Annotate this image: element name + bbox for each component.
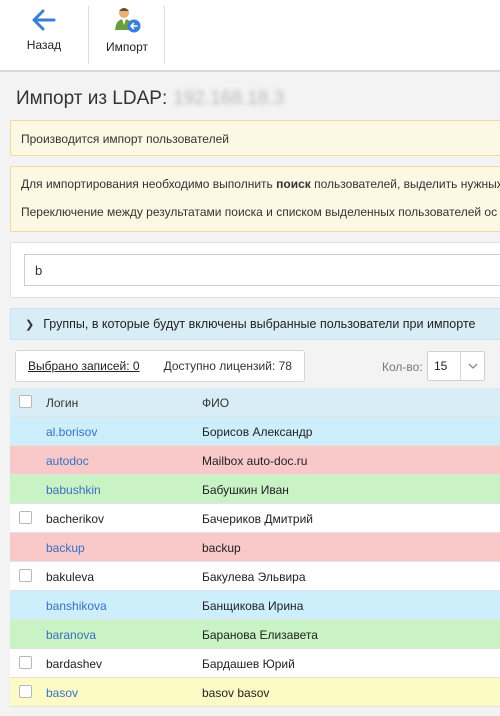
groups-panel-label: Группы, в которые будут включены выбранн… [43,317,476,331]
status-alert-text: Производится импорт пользователей [21,132,229,146]
page-title-text: Импорт из LDAP: [16,88,168,109]
table-row[interactable]: al.borisov Борисов Александр [10,417,500,446]
page-size-value: 15 [434,359,448,373]
search-input[interactable] [24,254,500,286]
info-alert-line2: Переключение между результатами поиска и… [21,205,498,219]
row-checkbox[interactable] [19,569,32,582]
row-login: babushkin [46,483,101,497]
main-content: Импорт из LDAP: 192.168.18.3 Производится… [0,72,500,716]
user-import-icon [115,8,141,33]
column-header-fio: ФИО [202,396,230,410]
row-fio: basov basov [202,686,270,700]
row-fio: Бабушкин Иван [202,483,289,497]
row-fio: Бардашев Юрий [202,657,295,671]
status-alert: Производится импорт пользователей [10,120,500,156]
row-fio: Борисов Александр [202,425,313,439]
page-size-label: Кол-во: [382,360,423,374]
table-row[interactable]: backup backup [10,533,500,562]
search-panel [10,242,500,298]
row-fio: Банщикова Ирина [202,599,304,613]
selection-info: Выбрано записей: 0 Доступно лицензий: 78 [15,350,305,382]
row-checkbox[interactable] [19,656,32,669]
row-fio: Бачериков Дмитрий [202,512,314,526]
info-alert: Для импортирования необходимо выполнить … [10,166,500,232]
row-login: bardashev [46,657,103,671]
back-label: Назад [26,38,62,52]
row-login: al.borisov [46,425,98,439]
row-login: bacherikov [46,512,105,526]
row-fio: Mailbox auto-doc.ru [202,454,308,468]
select-all-checkbox[interactable] [19,395,32,408]
row-login: baranova [46,628,97,642]
page-size-select[interactable]: 15 [427,351,485,381]
chevron-right-icon: ❯ [25,318,35,331]
arrow-left-icon [32,9,56,31]
row-login: bakuleva [46,570,95,584]
users-table: Логин ФИО al.borisov Борисов Александр aut… [10,388,500,707]
row-login: autodoc [46,454,89,468]
row-login: basov [46,686,79,700]
toolbar-divider [88,6,89,64]
back-button[interactable]: Назад [0,0,88,70]
table-row[interactable]: autodoc Mailbox auto-doc.ru [10,446,500,475]
chevron-down-icon [460,352,484,380]
page-title: Импорт из LDAP: 192.168.18.3 [16,88,284,110]
info-text-bold: поиск [276,177,311,191]
toolbar: Назад Импорт [0,0,500,72]
table-row[interactable]: baranova Баранова Елизавета [10,620,500,649]
row-checkbox[interactable] [19,511,32,524]
table-row[interactable]: bakuleva Бакулева Эльвира [10,562,500,591]
table-row[interactable]: basov basov basov [10,678,500,707]
row-fio: backup [202,541,241,555]
row-login: banshikova [46,599,107,613]
selected-records-link[interactable]: Выбрано записей: 0 [28,359,140,373]
toolbar-divider [164,6,165,64]
column-header-login: Логин [46,396,79,410]
row-fio: Бакулева Эльвира [202,570,306,584]
table-row[interactable]: bacherikov Бачериков Дмитрий [10,504,500,533]
import-button[interactable]: Импорт [90,0,164,70]
info-text: пользователей, выделить нужных [310,177,500,191]
table-row[interactable]: babushkin Бабушкин Иван [10,475,500,504]
row-checkbox[interactable] [19,685,32,698]
row-login: backup [46,541,85,555]
licenses-available: Доступно лицензий: 78 [163,359,292,373]
row-fio: Баранова Елизавета [202,628,318,642]
table-row[interactable]: bardashev Бардашев Юрий [10,649,500,678]
table-header: Логин ФИО [10,388,500,417]
info-text: Для импортирования необходимо выполнить [21,177,277,191]
import-label: Импорт [106,40,148,54]
info-alert-line1: Для импортирования необходимо выполнить … [21,177,500,191]
groups-panel-toggle[interactable]: ❯ Группы, в которые будут включены выбра… [10,308,500,340]
table-row[interactable]: banshikova Банщикова Ирина [10,591,500,620]
server-address: 192.168.18.3 [173,88,285,109]
